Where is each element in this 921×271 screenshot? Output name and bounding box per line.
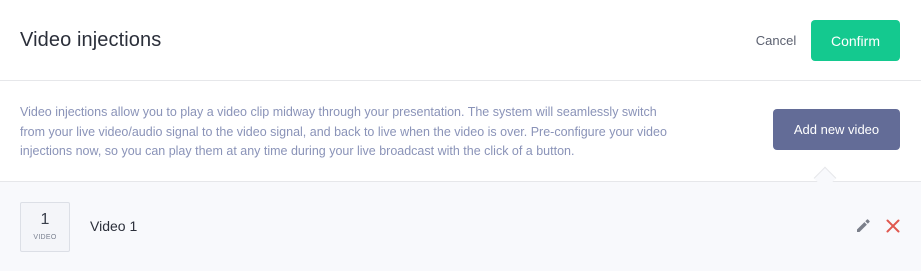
close-icon[interactable] (885, 218, 901, 234)
list-item: 1 VIDEO Video 1 (0, 182, 921, 271)
video-caption: VIDEO (33, 234, 57, 241)
confirm-button[interactable]: Confirm (811, 20, 900, 61)
info-panel: Video injections allow you to play a vid… (0, 81, 921, 182)
dialog-header: Video injections Cancel Confirm (0, 0, 921, 81)
video-list: 1 VIDEO Video 1 (0, 182, 921, 271)
add-new-video-button[interactable]: Add new video (773, 109, 900, 150)
pencil-icon[interactable] (855, 218, 871, 234)
page-title: Video injections (20, 29, 162, 51)
video-number: 1 (40, 211, 50, 228)
video-thumbnail: 1 VIDEO (20, 202, 70, 252)
info-description: Video injections allow you to play a vid… (20, 105, 667, 158)
video-name: Video 1 (90, 218, 138, 234)
cancel-button[interactable]: Cancel (752, 30, 800, 52)
